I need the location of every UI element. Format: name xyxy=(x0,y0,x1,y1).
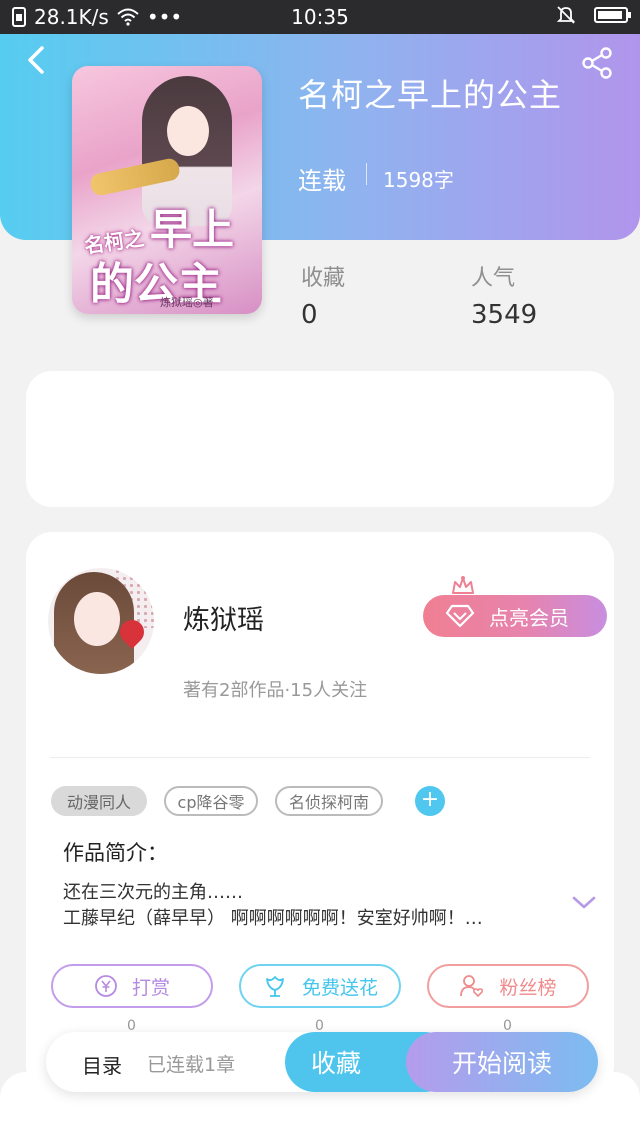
cover-author: 炼狱瑶◎著 xyxy=(160,296,214,309)
tag-item[interactable]: 名侦探柯南 xyxy=(275,786,383,816)
fan-ranking-button-label: 粉丝榜 xyxy=(499,976,557,999)
tag-item[interactable]: cp降谷零 xyxy=(164,786,258,816)
flower-icon xyxy=(266,976,284,997)
toc-meta[interactable]: 已连载1章 xyxy=(147,1050,235,1077)
send-flower-button[interactable]: 免费送花 xyxy=(239,964,401,1008)
stat-favorites-label: 收藏 xyxy=(301,266,346,291)
empty-card xyxy=(26,371,614,507)
avatar-face xyxy=(74,592,120,646)
crown-icon xyxy=(452,576,474,594)
share-icon[interactable] xyxy=(580,46,614,80)
tag-item[interactable]: 动漫同人 xyxy=(51,786,147,816)
status-time: 10:35 xyxy=(291,5,349,29)
intro-title: 作品简介： xyxy=(63,841,168,865)
status-bar: 28.1K/s ••• 10:35 xyxy=(0,0,640,34)
divider xyxy=(50,757,590,758)
status-separator xyxy=(366,163,367,185)
yuan-coin-icon xyxy=(95,975,117,997)
author-meta: 著有2部作品·15人关注 xyxy=(183,680,368,701)
start-reading-button[interactable]: 开始阅读 xyxy=(406,1032,598,1092)
book-title: 名柯之早上的公主 xyxy=(298,76,563,114)
intro-text: 还在三次元的主角…… 工藤早纪（薛早早） 啊啊啊啊啊啊！安室好帅啊！… xyxy=(63,882,483,929)
bell-muted-icon xyxy=(556,6,576,24)
status-right xyxy=(556,5,631,25)
tip-button-label: 打赏 xyxy=(131,976,170,999)
stat-popularity-value: 3549 xyxy=(471,300,538,330)
start-reading-button-label: 开始阅读 xyxy=(451,1049,552,1078)
user-heart-icon xyxy=(460,975,484,998)
vip-button[interactable]: 点亮会员 xyxy=(423,595,607,637)
add-tag-button[interactable]: + xyxy=(415,786,445,816)
battery-icon xyxy=(594,7,631,23)
send-flower-button-label: 免费送花 xyxy=(301,976,378,999)
tip-button[interactable]: 打赏 xyxy=(51,964,213,1008)
stat-popularity-label: 人气 xyxy=(471,266,516,291)
avatar[interactable] xyxy=(48,568,154,674)
vip-button-label: 点亮会员 xyxy=(489,605,569,630)
back-icon[interactable] xyxy=(22,45,52,75)
toc-button[interactable]: 目录 xyxy=(82,1050,122,1079)
fan-ranking-button[interactable]: 粉丝榜 xyxy=(427,964,589,1008)
book-status: 连载 xyxy=(298,167,346,195)
book-word-count: 1598字 xyxy=(383,168,454,192)
diamond-icon xyxy=(445,604,475,628)
book-cover[interactable]: 早上 名柯之 的公主 炼狱瑶◎著 xyxy=(72,66,262,314)
author-name[interactable]: 炼狱瑶 xyxy=(183,598,264,637)
stat-favorites-value: 0 xyxy=(301,300,318,330)
chevron-down-icon[interactable] xyxy=(571,894,597,912)
cover-face xyxy=(167,106,209,156)
favorite-button-label: 收藏 xyxy=(311,1049,362,1078)
